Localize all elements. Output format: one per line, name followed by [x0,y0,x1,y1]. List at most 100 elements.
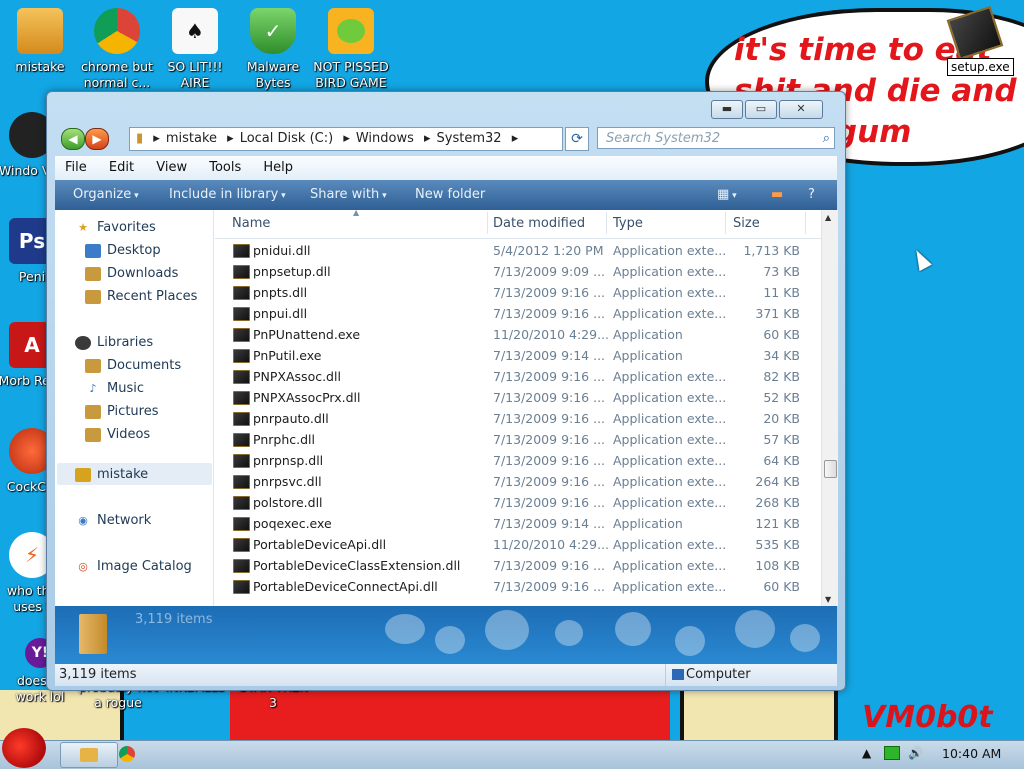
nav-music[interactable]: ♪ Music [85,381,144,396]
nav-user-mistake[interactable]: mistake [75,467,148,482]
file-icon [233,517,250,531]
file-type: Application exte... [613,453,727,468]
table-row[interactable]: pnpts.dll 7/13/2009 9:16 ... Application e… [215,282,821,303]
taskbar-clock[interactable]: 10:40 AM [942,746,1001,761]
scroll-up-arrow[interactable]: ▲ [825,213,831,222]
file-type: Application exte... [613,474,727,489]
table-row[interactable]: pnrpauto.dll 7/13/2009 9:16 ... Applicatio… [215,408,821,429]
file-date: 7/13/2009 9:16 ... [493,369,606,384]
menu-tools[interactable]: Tools [209,160,241,175]
table-row[interactable]: pnrpnsp.dll 7/13/2009 9:16 ... Application… [215,450,821,471]
refresh-button[interactable]: ⟳ [565,127,589,151]
address-bar[interactable]: ▮ ▸ mistake ▸ Local Disk (C:) ▸ Windows ▸ Sy… [129,127,563,151]
nav-downloads[interactable]: Downloads [85,266,178,281]
taskbar-explorer-button[interactable] [60,742,118,768]
network-icon: ◉ [78,513,88,527]
search-input[interactable]: Search System32 ⌕ [597,127,835,149]
nav-videos[interactable]: Videos [85,427,150,442]
nav-libraries[interactable]: Libraries [75,335,153,350]
catalog-icon: ◎ [78,559,88,573]
maximize-button[interactable]: ▭ [745,100,777,119]
new-folder-button[interactable]: New folder [415,180,485,211]
close-button[interactable]: ✕ [779,100,823,119]
file-icon [233,265,250,279]
nav-documents[interactable]: Documents [85,358,181,373]
column-name[interactable]: Name [232,216,270,231]
share-with-button[interactable]: Share with [310,180,387,211]
desktop-icon-chrome[interactable]: chrome but normal c... [77,8,157,91]
column-type[interactable]: Type [613,216,643,231]
nav-favorites[interactable]: ★ Favorites [75,220,156,235]
scroll-down-arrow[interactable]: ▼ [825,595,831,604]
back-button[interactable]: ◀ [61,128,85,150]
file-type: Application [613,348,683,363]
menu-edit[interactable]: Edit [109,160,134,175]
table-row[interactable]: pnpui.dll 7/13/2009 9:16 ... Application e… [215,303,821,324]
breadcrumb-local-disk[interactable]: Local Disk (C:) [240,131,333,146]
music-icon: ♪ [89,381,97,395]
folder-icon: ▮ [136,131,144,146]
table-row[interactable]: PortableDeviceConnectApi.dll 7/13/2009 9:… [215,576,821,597]
desktop-icon-mistake[interactable]: mistake [0,8,80,75]
desktop-icon-bird-game[interactable]: NOT PISSED BIRD GAME [311,8,391,91]
table-row[interactable]: PortableDeviceApi.dll 11/20/2010 4:29... A… [215,534,821,555]
file-icon [233,328,250,342]
table-row[interactable]: PNPXAssoc.dll 7/13/2009 9:16 ... Applicati… [215,366,821,387]
file-icon [233,580,250,594]
file-size: 34 KB [763,348,800,363]
forward-button[interactable]: ▶ [85,128,109,150]
file-icon [233,412,250,426]
desktop-icon-solitaire[interactable]: ♠ SO LIT!!! AIRE [155,8,235,91]
nav-recent-places[interactable]: Recent Places [85,289,197,304]
file-name: Pnrphc.dll [253,432,315,447]
preview-pane-icon[interactable]: ▬ [771,180,783,211]
table-row[interactable]: poqexec.exe 7/13/2009 9:14 ... Application… [215,513,821,534]
table-row[interactable]: PortableDeviceClassExtension.dll 7/13/200… [215,555,821,576]
vertical-scrollbar[interactable]: ▲ ▼ [821,210,838,606]
table-row[interactable]: PnPUnattend.exe 11/20/2010 4:29... Applica… [215,324,821,345]
table-row[interactable]: Pnrphc.dll 7/13/2009 9:16 ... Application … [215,429,821,450]
setup-file-label[interactable]: setup.exe [947,58,1014,76]
view-options-icon[interactable]: ▦ [717,180,737,211]
breadcrumb-windows[interactable]: Windows [356,131,414,146]
file-size: 264 KB [755,474,800,489]
table-row[interactable]: pnrpsvc.dll 7/13/2009 9:16 ... Application… [215,471,821,492]
file-name: pnrpsvc.dll [253,474,322,489]
table-row[interactable]: polstore.dll 7/13/2009 9:16 ... Applicatio… [215,492,821,513]
nav-desktop[interactable]: Desktop [85,243,161,258]
file-size: 73 KB [763,264,800,279]
file-name: pnidui.dll [253,243,311,258]
file-date: 5/4/2012 1:20 PM [493,243,604,258]
desktop-icon-malwarebytes[interactable]: ✓ Malware Bytes [233,8,313,91]
minimize-button[interactable]: ▬ [711,100,743,119]
menu-help[interactable]: Help [263,160,293,175]
file-icon [233,433,250,447]
file-size: 371 KB [755,306,800,321]
caption-buttons: ▬ ▭ ✕ [711,100,823,119]
help-icon[interactable]: ? [808,180,815,211]
menu-file[interactable]: File [65,160,87,175]
start-button[interactable] [2,728,46,768]
file-size: 60 KB [763,327,800,342]
nav-pictures[interactable]: Pictures [85,404,158,419]
table-row[interactable]: pnidui.dll 5/4/2012 1:20 PM Application ex… [215,240,821,261]
volume-icon[interactable]: 🔊 [908,746,923,760]
column-date-modified[interactable]: Date modified [493,216,585,231]
taskbar-chrome-button[interactable] [116,742,172,766]
file-date: 7/13/2009 9:16 ... [493,432,606,447]
scroll-thumb[interactable] [824,460,837,478]
table-row[interactable]: PnPutil.exe 7/13/2009 9:14 ... Application… [215,345,821,366]
organize-button[interactable]: Organize [73,180,139,211]
file-type: Application exte... [613,411,727,426]
breadcrumb-system32[interactable]: System32 [437,131,502,146]
column-size[interactable]: Size [733,216,760,231]
tray-show-hidden-icon[interactable]: ▲ [862,746,871,760]
nav-image-catalog[interactable]: ◎ Image Catalog [75,559,192,574]
breadcrumb-mistake[interactable]: mistake [166,131,217,146]
include-in-library-button[interactable]: Include in library [169,180,286,211]
table-row[interactable]: pnpsetup.dll 7/13/2009 9:09 ... Applicatio… [215,261,821,282]
menu-view[interactable]: View [156,160,187,175]
nav-network[interactable]: ◉ Network [75,513,151,528]
network-tray-icon[interactable] [884,746,900,760]
table-row[interactable]: PNPXAssocPrx.dll 7/13/2009 9:16 ... Applic… [215,387,821,408]
